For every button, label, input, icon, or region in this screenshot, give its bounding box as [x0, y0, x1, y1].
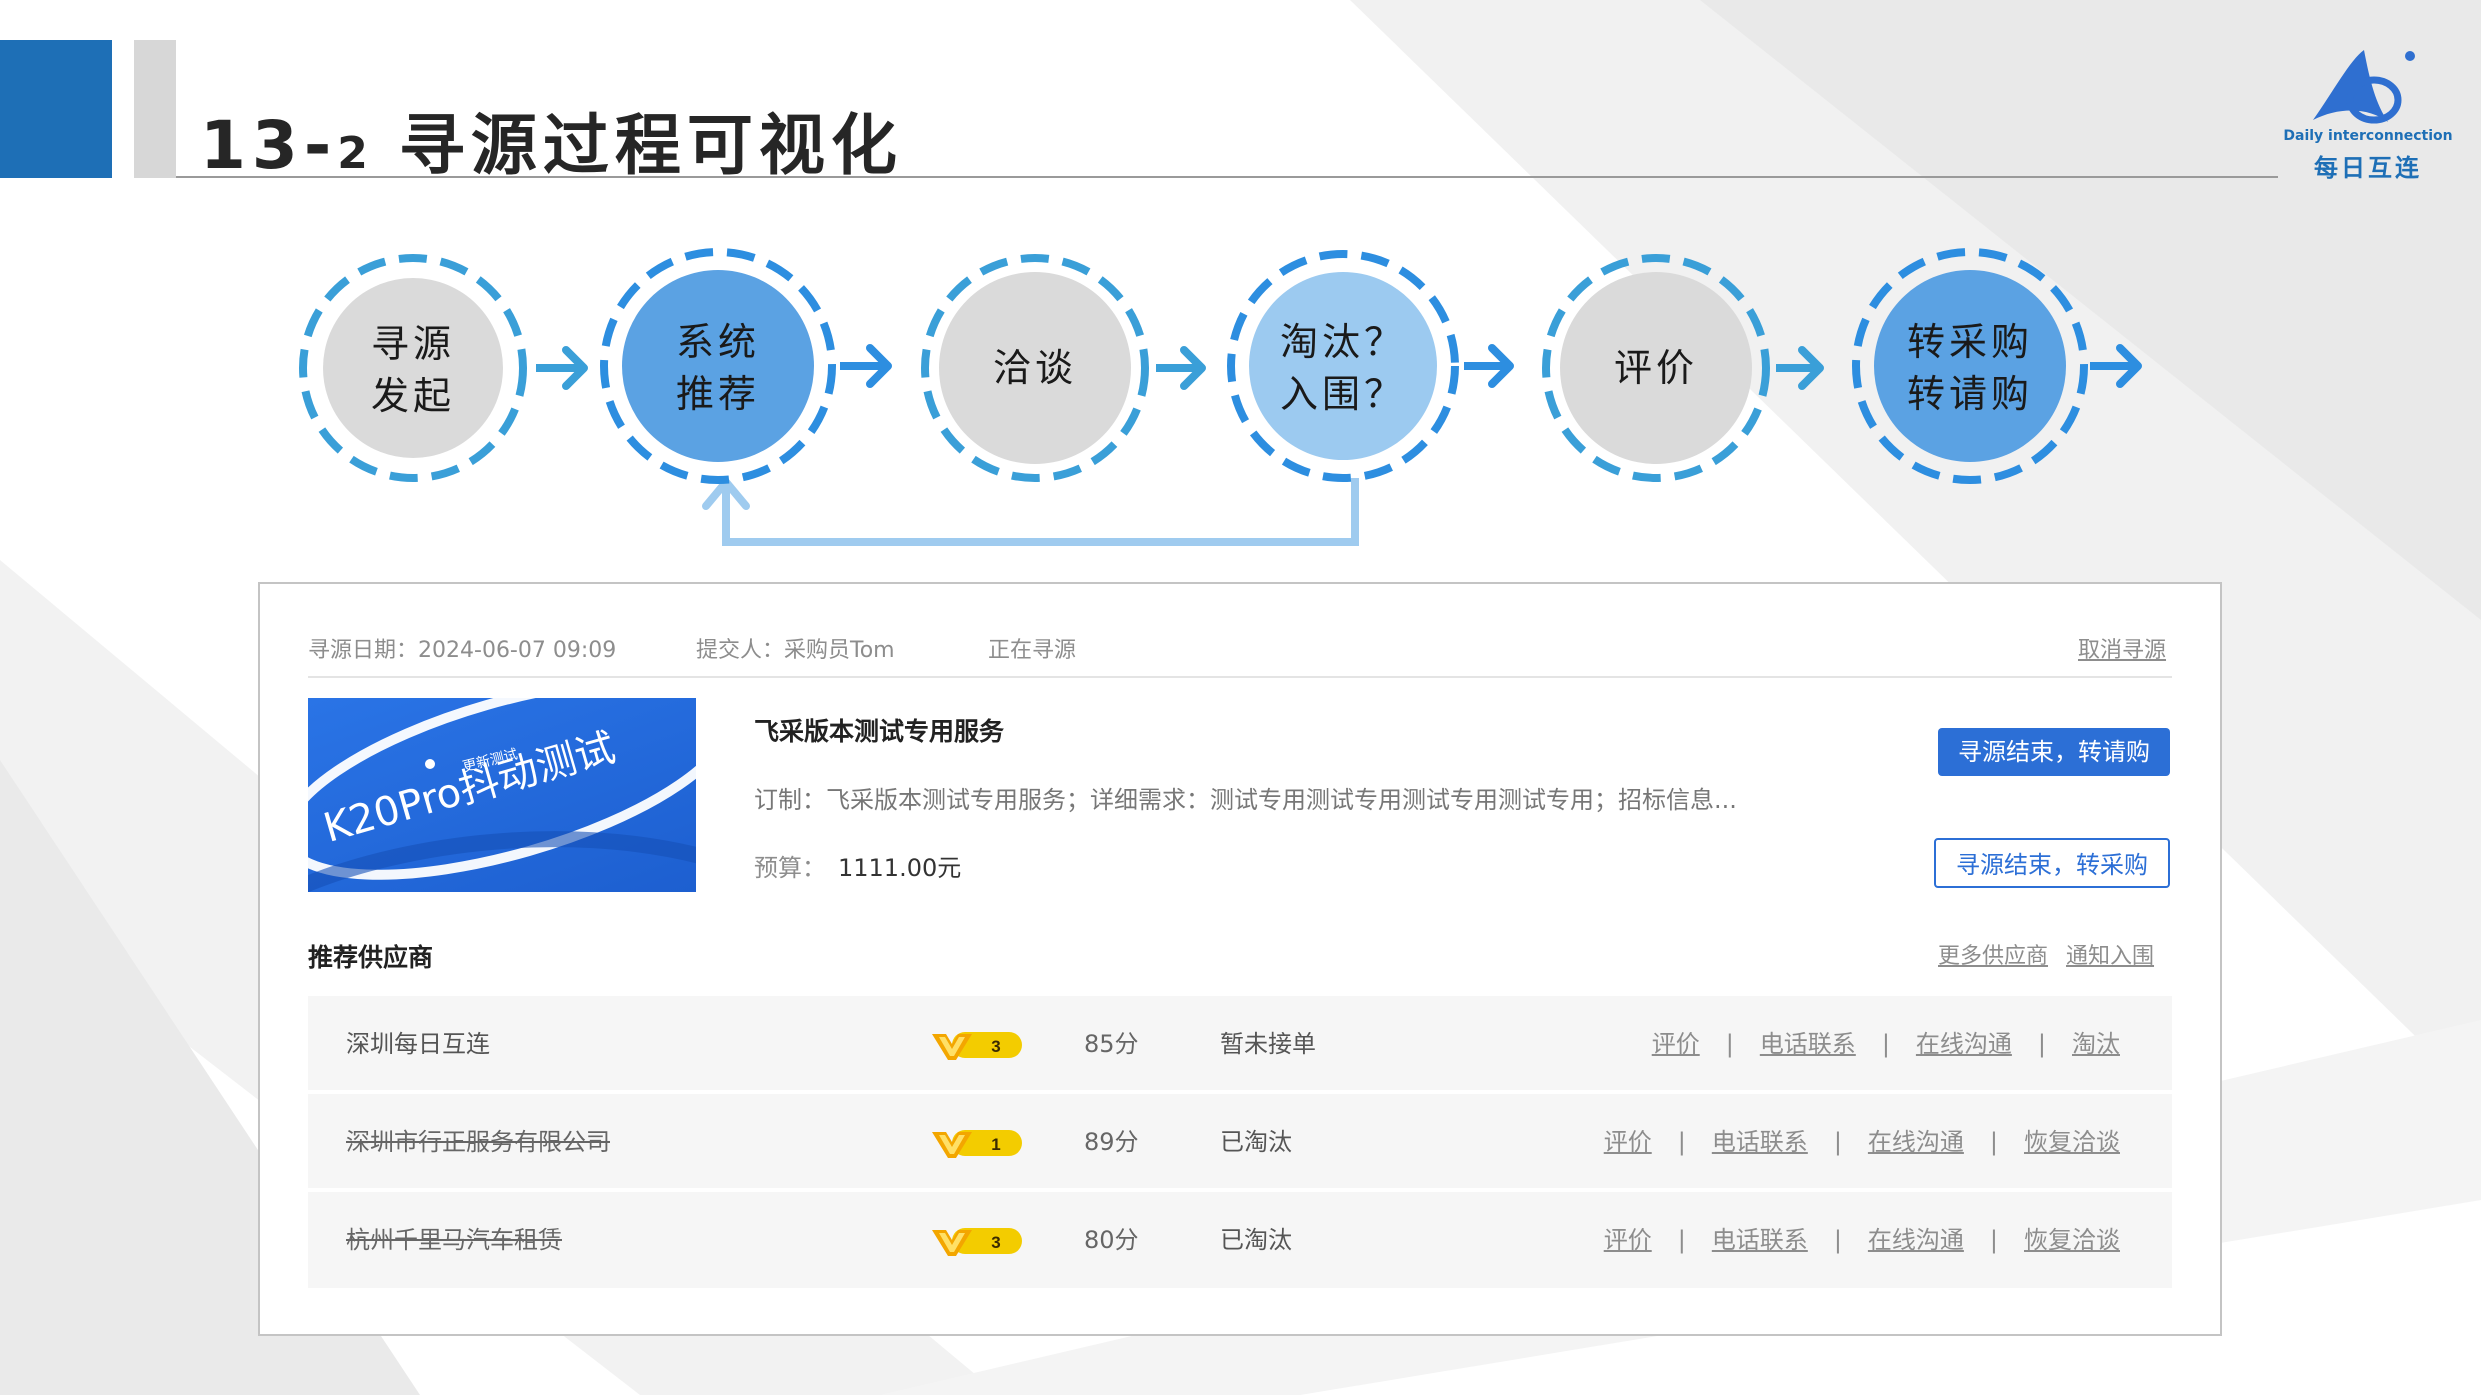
sourcing-date: 寻源日期：2024-06-07 09:09	[308, 638, 617, 663]
supplier-score: 89分	[1084, 1128, 1139, 1156]
rate-link[interactable]: 评价	[1604, 1128, 1652, 1156]
row-actions: 评价 | 电话联系 | 在线沟通 | 恢复洽谈	[1604, 1094, 2120, 1190]
action-separator: |	[1989, 1128, 1998, 1156]
vip-level-badge-icon: 3	[932, 1228, 1022, 1256]
action-separator: |	[1989, 1226, 1998, 1254]
supplier-score: 80分	[1084, 1226, 1139, 1254]
flow-step-2-label: 系统 推荐	[675, 320, 760, 416]
supplier-name: 杭州千里马汽车租赁	[346, 1226, 562, 1254]
chat-link[interactable]: 在线沟通	[1868, 1226, 1964, 1254]
vip-level-number: 3	[991, 1037, 1000, 1056]
supplier-name: 深圳每日互连	[346, 1030, 490, 1058]
action-separator: |	[1677, 1226, 1686, 1254]
flow-step-3-label: 洽谈	[992, 346, 1077, 390]
flow-diagram	[299, 248, 2142, 546]
end-to-requisition-button[interactable]: 寻源结束，转请购	[1938, 728, 2170, 776]
action-separator: |	[1833, 1128, 1842, 1156]
budget-value: 1111.00元	[838, 854, 962, 882]
resume-negotiation-link[interactable]: 恢复洽谈	[2024, 1226, 2120, 1254]
recommended-suppliers-title: 推荐供应商	[308, 943, 434, 972]
table-row: 深圳每日互连 3 85分 暂未接单 评价 | 电话联系 | 在线沟通 | 淘汰	[308, 996, 2172, 1092]
action-separator: |	[1677, 1128, 1686, 1156]
supplier-name: 深圳市行正服务有限公司	[346, 1128, 610, 1156]
cancel-sourcing-link[interactable]: 取消寻源	[2078, 632, 2166, 664]
row-actions: 评价 | 电话联系 | 在线沟通 | 恢复洽谈	[1604, 1192, 2120, 1288]
chat-link[interactable]: 在线沟通	[1868, 1128, 1964, 1156]
rate-link[interactable]: 评价	[1652, 1030, 1700, 1058]
call-link[interactable]: 电话联系	[1760, 1030, 1856, 1058]
vip-level-number: 1	[991, 1135, 1000, 1154]
vip-level-badge-icon: 1	[932, 1130, 1022, 1158]
submitter: 提交人：采购员Tom	[696, 638, 895, 663]
product-title: 飞采版本测试专用服务	[754, 717, 1005, 746]
flow-step-5-label: 评价	[1613, 346, 1698, 390]
end-to-purchase-button[interactable]: 寻源结束，转采购	[1934, 838, 2170, 888]
resume-negotiation-link[interactable]: 恢复洽谈	[2024, 1128, 2120, 1156]
eliminate-link[interactable]: 淘汰	[2072, 1030, 2120, 1058]
chat-link[interactable]: 在线沟通	[1916, 1030, 2012, 1058]
table-row: 深圳市行正服务有限公司 1 89分 已淘汰 评价 | 电话联系 | 在线沟通 | 恢复洽谈	[308, 1094, 2172, 1190]
call-link[interactable]: 电话联系	[1712, 1128, 1808, 1156]
flow-step-6-label: 转采购 转请购	[1906, 320, 2033, 416]
loop-back-arrow	[722, 478, 1359, 546]
supplier-status: 暂未接单	[1220, 1030, 1316, 1058]
flow-step-1-label: 寻源 发起	[370, 322, 455, 418]
supplier-status: 已淘汰	[1220, 1128, 1292, 1156]
notify-shortlist-link[interactable]: 通知入围	[2066, 938, 2154, 970]
action-separator: |	[1833, 1226, 1842, 1254]
vip-level-badge-icon: 3	[932, 1032, 1022, 1060]
product-image: 更新测试 K20Pro抖动测试	[308, 698, 696, 892]
vip-level-number: 3	[991, 1233, 1000, 1252]
table-row: 杭州千里马汽车租赁 3 80分 已淘汰 评价 | 电话联系 | 在线沟通 | 恢复洽谈	[308, 1192, 2172, 1288]
row-actions: 评价 | 电话联系 | 在线沟通 | 淘汰	[1652, 996, 2120, 1092]
action-separator: |	[1881, 1030, 1890, 1058]
action-separator: |	[1725, 1030, 1734, 1058]
call-link[interactable]: 电话联系	[1712, 1226, 1808, 1254]
flow-step-4-label: 淘汰？ 入围？	[1279, 320, 1406, 416]
action-separator: |	[2037, 1030, 2046, 1058]
meta-divider	[308, 676, 2172, 678]
supplier-score: 85分	[1084, 1030, 1139, 1058]
budget-label: 预算：	[754, 854, 826, 882]
product-description: 订制：飞采版本测试专用服务；详细需求：测试专用测试专用测试专用测试专用；招标信息…	[754, 786, 1737, 814]
sourcing-status: 正在寻源	[988, 638, 1077, 663]
more-suppliers-link[interactable]: 更多供应商	[1938, 938, 2048, 970]
rate-link[interactable]: 评价	[1604, 1226, 1652, 1254]
supplier-status: 已淘汰	[1220, 1226, 1292, 1254]
